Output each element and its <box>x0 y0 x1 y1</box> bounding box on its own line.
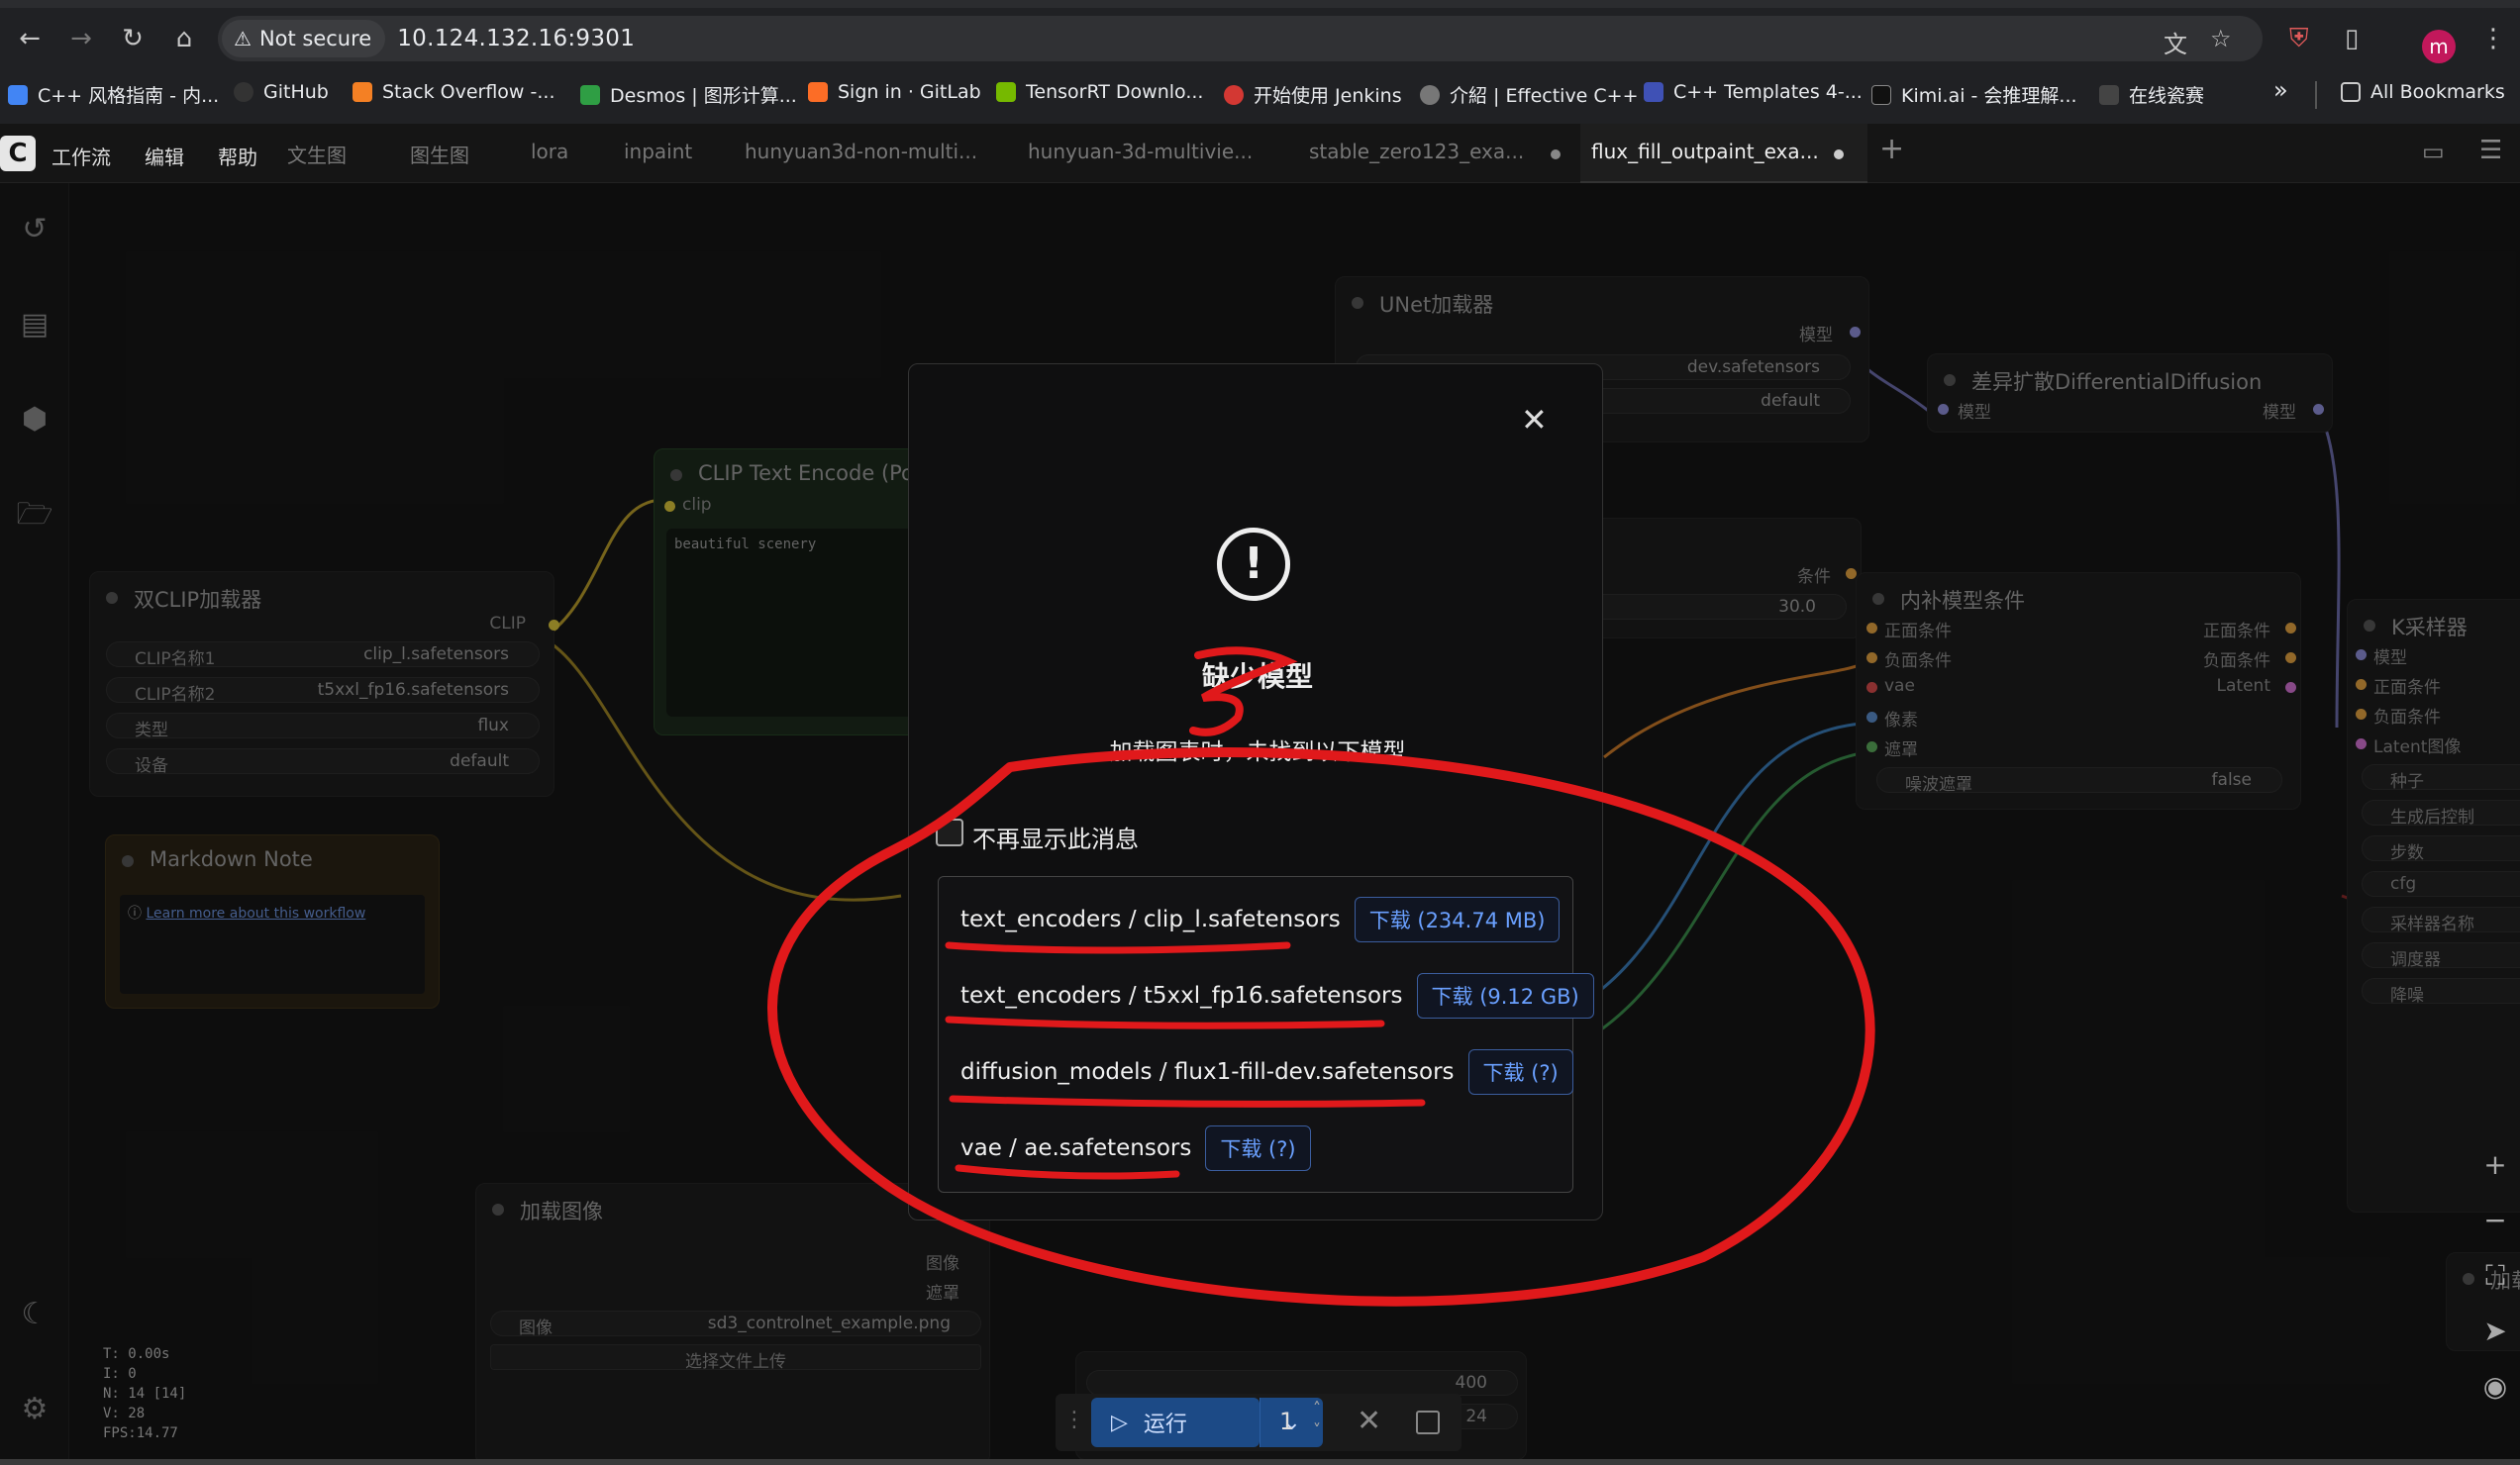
avatar[interactable]: m <box>2422 30 2456 63</box>
bottom-edge <box>0 1459 2520 1465</box>
tab-hunyuan3d-non-multi[interactable]: hunyuan3d-non-multi... <box>745 140 977 163</box>
bookmark-item[interactable]: Sign in · GitLab <box>808 81 981 103</box>
more-bookmarks-button[interactable]: » <box>2273 76 2288 104</box>
bookmark-favicon-icon <box>8 84 28 105</box>
play-icon: ▷ <box>1111 1410 1128 1435</box>
add-tab-button[interactable]: + <box>1879 132 1904 166</box>
forward-icon[interactable]: → <box>59 17 103 60</box>
bookmark-item[interactable]: TensorRT Downlo... <box>996 81 1203 103</box>
bookmark-item[interactable]: C++ Templates 4-... <box>1644 81 1863 103</box>
kimi-icon <box>1871 84 1891 105</box>
list-item: text_encoders / t5xxl_fp16.safetensors 下… <box>960 973 1594 1019</box>
run-button[interactable]: ▷ 运行 <box>1091 1398 1260 1447</box>
download-button[interactable]: 下载 (234.74 MB) <box>1354 897 1561 942</box>
queue-count-input[interactable]: 1 <box>1279 1408 1294 1435</box>
zoom-out-icon[interactable]: − <box>2470 1204 2520 1259</box>
list-item: text_encoders / clip_l.safetensors 下载 (2… <box>960 897 1561 942</box>
all-bookmarks-button[interactable]: All Bookmarks <box>2341 81 2505 103</box>
stepper-arrows[interactable]: ˄ ˅ <box>1313 1398 1321 1441</box>
tab-strip <box>0 0 2520 8</box>
model-name: vae / ae.safetensors <box>960 1135 1192 1161</box>
pointer-icon[interactable]: ➤ <box>2470 1315 2520 1370</box>
menu-help[interactable]: 帮助 <box>218 142 257 170</box>
bookmark-favicon-icon <box>2099 84 2119 105</box>
render-stats: T: 0.00s I: 0 N: 14 [14] V: 28 FPS:14.77 <box>103 1346 187 1441</box>
download-button[interactable]: 下载 (9.12 GB) <box>1416 973 1594 1019</box>
model-name: diffusion_models / flux1-fill-dev.safete… <box>960 1059 1455 1085</box>
zoom-in-icon[interactable]: + <box>2470 1148 2520 1204</box>
cancel-icon[interactable]: ✕ <box>1357 1404 1381 1438</box>
url-text[interactable]: 10.124.132.16:9301 <box>397 26 635 51</box>
bookmark-item[interactable]: C++ 风格指南 - 内... <box>8 81 219 108</box>
download-button[interactable]: 下载 (?) <box>1205 1125 1311 1171</box>
tab-flux-fill-outpaint[interactable]: flux_fill_outpaint_exa... <box>1591 140 1819 163</box>
model-name: text_encoders / t5xxl_fp16.safetensors <box>960 983 1403 1009</box>
bookmark-item[interactable]: 开始使用 Jenkins <box>1224 81 1402 108</box>
bookmark-favicon-icon <box>1644 82 1663 102</box>
bookmark-item[interactable]: Stack Overflow -... <box>353 81 555 103</box>
reload-icon[interactable]: ↻ <box>111 17 154 60</box>
panel-toggle-icon[interactable]: ▭ <box>2422 138 2445 165</box>
run-toolbar: ⋮⋮ ▷ 运行 ⌄ <box>1056 1394 1462 1451</box>
extensions-icon[interactable]: ▯ <box>2345 24 2359 53</box>
comfy-logo[interactable]: C <box>0 136 36 171</box>
tab-txt2img[interactable]: 文生图 <box>287 140 347 168</box>
divider <box>2315 81 2317 109</box>
bookmarks-bar: C++ 风格指南 - 内... GitHub Stack Overflow -.… <box>0 71 2520 119</box>
dialog-subtitle: 加载图表时，未找到以下模型 <box>1109 739 1406 765</box>
hamburger-menu-icon[interactable]: ☰ <box>2479 136 2502 165</box>
bookmark-item[interactable]: Kimi.ai - 会推理解... <box>1871 81 2077 108</box>
tab-stable-zero123[interactable]: stable_zero123_exa... <box>1309 140 1524 163</box>
home-icon[interactable]: ⌂ <box>162 17 206 60</box>
warning-icon: ⚠ <box>234 27 252 50</box>
desmos-icon <box>580 84 600 105</box>
menu-edit[interactable]: 编辑 <box>145 142 184 170</box>
shield-icon[interactable]: ⛨ <box>2289 24 2309 54</box>
tab-hunyuan-3d-multiview[interactable]: hunyuan-3d-multivie... <box>1028 140 1253 163</box>
security-chip[interactable]: ⚠ Not secure <box>222 20 386 57</box>
stackoverflow-icon <box>353 82 372 102</box>
list-item: diffusion_models / flux1-fill-dev.safete… <box>960 1049 1573 1095</box>
canvas-tools: + − ⛶ ➤ ◉ <box>2470 1148 2520 1425</box>
bookmark-item[interactable]: 在线瓷赛 <box>2099 81 2204 108</box>
bookmark-item[interactable]: GitHub <box>234 81 329 103</box>
bookmark-item[interactable]: Desmos | 图形计算... <box>580 81 797 108</box>
gitlab-icon <box>808 82 828 102</box>
unsaved-dot-icon <box>1551 149 1561 159</box>
folder-icon <box>2341 82 2361 102</box>
browser-chrome: ← → ↻ ⌂ ⚠ Not secure 10.124.132.16:9301 … <box>0 0 2520 124</box>
address-bar[interactable]: ⚠ Not secure 10.124.132.16:9301 文 ☆ <box>218 16 2263 61</box>
download-button[interactable]: 下载 (?) <box>1467 1049 1573 1095</box>
tab-img2img[interactable]: 图生图 <box>410 140 469 168</box>
kebab-menu-icon[interactable]: ⋮ <box>2480 24 2506 53</box>
security-label: Not secure <box>258 27 372 50</box>
missing-models-list: text_encoders / clip_l.safetensors 下载 (2… <box>938 876 1594 1193</box>
tab-lora[interactable]: lora <box>531 140 568 163</box>
model-name: text_encoders / clip_l.safetensors <box>960 907 1341 932</box>
close-icon[interactable]: ✕ <box>1521 401 1548 439</box>
bookmark-item[interactable]: 介紹 | Effective C++ <box>1420 81 1639 108</box>
exclamation-icon: ! <box>1217 528 1290 601</box>
translate-icon[interactable]: 文 <box>2164 25 2187 59</box>
dialog-title: 缺少模型 <box>1201 660 1313 693</box>
dont-show-label[interactable]: 不再显示此消息 <box>972 820 1139 854</box>
tab-inpaint[interactable]: inpaint <box>624 140 692 163</box>
unsaved-dot-icon[interactable] <box>1834 149 1844 159</box>
back-icon[interactable]: ← <box>8 17 51 60</box>
fit-view-icon[interactable]: ⛶ <box>2470 1259 2520 1315</box>
star-icon[interactable]: ☆ <box>2210 25 2232 52</box>
github-icon <box>234 82 253 102</box>
menu-workflow[interactable]: 工作流 <box>51 142 111 170</box>
nvidia-icon <box>996 82 1016 102</box>
dont-show-checkbox[interactable] <box>936 819 963 846</box>
globe-icon <box>1420 84 1440 105</box>
eye-icon[interactable]: ◉ <box>2470 1370 2520 1425</box>
jenkins-icon <box>1224 84 1244 105</box>
list-item: vae / ae.safetensors 下载 (?) <box>960 1125 1311 1171</box>
app-header: C 工作流 编辑 帮助 文生图 图生图 lora inpaint hunyuan… <box>0 124 2520 183</box>
address-row: ← → ↻ ⌂ ⚠ Not secure 10.124.132.16:9301 … <box>0 8 2520 69</box>
stop-icon[interactable] <box>1416 1411 1440 1434</box>
